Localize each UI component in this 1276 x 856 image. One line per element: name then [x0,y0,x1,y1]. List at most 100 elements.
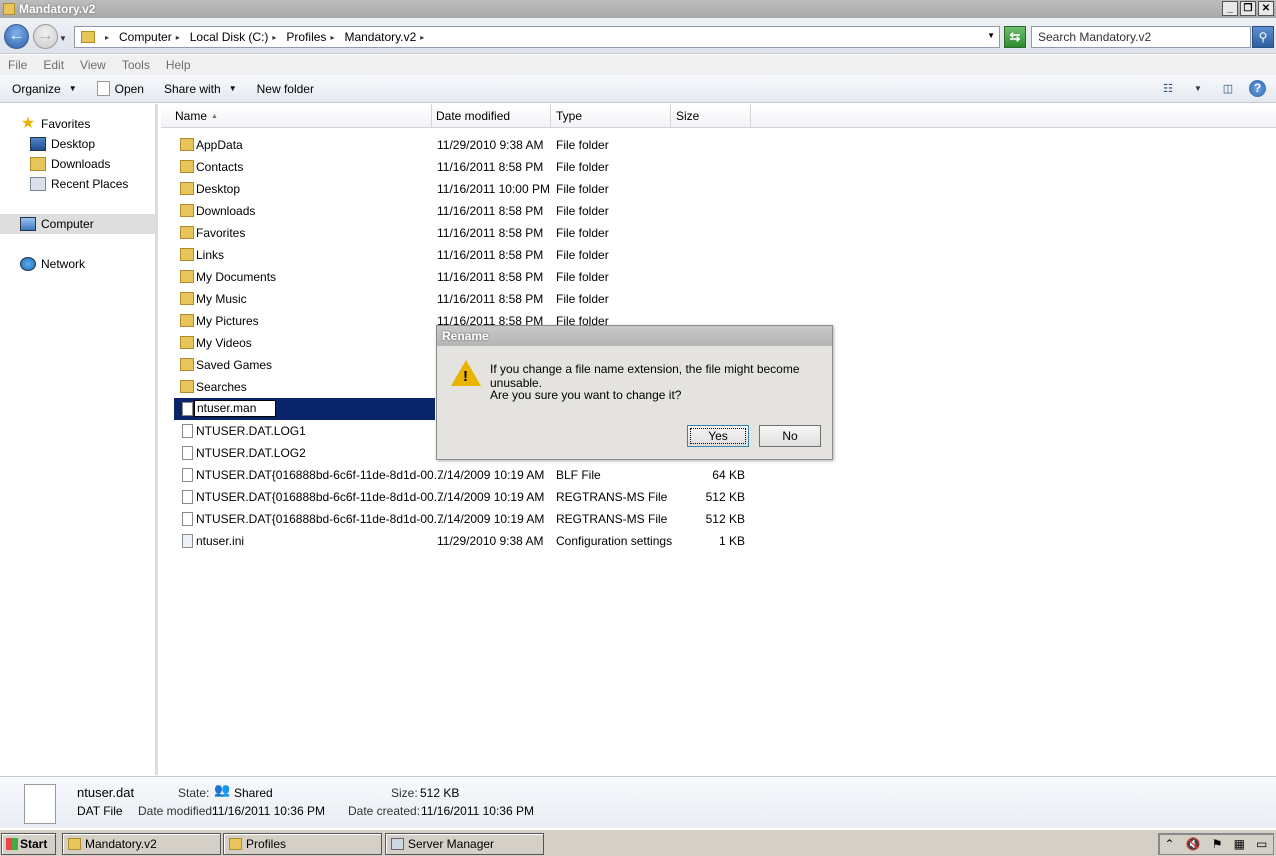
search-input[interactable]: Search Mandatory.v2 [1031,26,1251,48]
dialog-message-2: Are you sure you want to change it? [490,388,682,402]
breadcrumb-computer[interactable]: Computer [119,30,172,44]
action-center-flag-icon[interactable]: ⚑ [1212,837,1223,851]
organize-button[interactable]: Organize ▼ [12,82,77,96]
network-status-icon[interactable]: ▦ [1234,837,1245,851]
share-with-button[interactable]: Share with ▼ [164,82,237,96]
file-type: REGTRANS-MS File [556,512,668,526]
details-size-label: Size: [391,786,418,800]
forward-button[interactable]: → [33,24,58,49]
column-header-size[interactable]: Size [671,104,751,128]
taskbar-item-mandatory[interactable]: Mandatory.v2 [62,833,221,855]
file-row[interactable]: NTUSER.DAT{016888bd-6c6f-11de-8d1d-00...… [174,464,774,486]
desktop-icon [30,137,46,151]
folder-row[interactable]: AppData 11/29/2010 9:38 AM File folder [174,134,774,156]
nav-desktop[interactable]: Desktop [30,135,95,153]
menu-help[interactable]: Help [166,58,191,72]
details-state-label: State: [178,786,210,800]
details-created-value: 11/16/2011 10:36 PM [421,804,534,818]
refresh-button[interactable]: ⇆ [1004,26,1026,48]
file-type: BLF File [556,468,601,482]
volume-muted-icon[interactable]: 🔇 [1186,837,1201,851]
display-icon[interactable]: ▭ [1256,837,1267,851]
history-dropdown-icon[interactable]: ▼ [59,34,67,43]
file-name: Searches [196,380,247,394]
details-pane: ntuser.dat DAT File State: 👥 Shared Size… [0,776,1276,828]
nav-downloads-label: Downloads [51,157,111,171]
folder-icon [180,336,194,349]
nav-recent-places[interactable]: Recent Places [30,175,128,193]
organize-label: Organize [12,81,61,96]
address-dropdown-icon[interactable]: ▼ [987,31,995,40]
chevron-right-icon[interactable]: ▸ [420,33,424,42]
close-button[interactable]: ✕ [1258,1,1274,16]
nav-downloads[interactable]: Downloads [30,155,110,173]
search-icon[interactable]: ⚲ [1252,26,1274,48]
chevron-right-icon[interactable]: ▸ [105,33,109,42]
folder-row[interactable]: Desktop 11/16/2011 10:00 PM File folder [174,178,774,200]
computer-icon [20,217,36,231]
windows-logo-icon [6,838,18,850]
column-header-type[interactable]: Type [551,104,671,128]
nav-network[interactable]: Network [20,255,85,273]
folder-icon [180,358,194,371]
column-header-date[interactable]: Date modified [432,104,551,128]
file-type: Configuration settings [556,534,673,548]
minimize-button[interactable]: _ [1222,1,1238,16]
folder-row[interactable]: Links 11/16/2011 8:58 PM File folder [174,244,774,266]
nav-computer[interactable]: Computer [20,215,94,233]
menu-view[interactable]: View [80,58,106,72]
details-filename: ntuser.dat [77,785,135,800]
file-row[interactable]: ntuser.ini 11/29/2010 9:38 AM Configuratio… [174,530,774,552]
menu-file[interactable]: File [8,58,27,72]
file-date-modified: 11/16/2011 8:58 PM [437,248,544,262]
folder-icon [180,314,194,327]
breadcrumb-local-disk[interactable]: Local Disk (C:) [190,30,269,44]
breadcrumb-mandatory[interactable]: Mandatory.v2 [344,30,416,44]
folder-row[interactable]: Contacts 11/16/2011 8:58 PM File folder [174,156,774,178]
new-folder-button[interactable]: New folder [257,82,314,96]
help-icon[interactable]: ? [1249,80,1266,97]
file-date-modified: 11/16/2011 8:58 PM [437,160,544,174]
start-label: Start [20,837,48,851]
chevron-right-icon[interactable]: ▸ [330,33,334,42]
folder-row[interactable]: My Documents 11/16/2011 8:58 PM File folde… [174,266,774,288]
share-with-label: Share with [163,81,221,96]
back-button[interactable]: ← [4,24,29,49]
show-hidden-icons-icon[interactable]: ⌃ [1165,837,1175,851]
file-icon [182,402,193,416]
taskbar-label: Profiles [246,837,287,851]
folder-row[interactable]: Favorites 11/16/2011 8:58 PM File folder [174,222,774,244]
start-button[interactable]: Start [1,833,56,855]
folder-icon [180,204,194,217]
file-date-modified: 7/14/2009 10:19 AM [437,490,545,504]
file-name: NTUSER.DAT{016888bd-6c6f-11de-8d1d-00... [196,512,444,526]
recent-places-icon [30,177,46,191]
restore-button[interactable]: ❐ [1240,1,1256,16]
menu-tools[interactable]: Tools [122,58,150,72]
taskbar-label: Server Manager [408,837,495,851]
folder-row[interactable]: Downloads 11/16/2011 8:58 PM File folder [174,200,774,222]
yes-button[interactable]: Yes [687,425,749,447]
menu-edit[interactable]: Edit [43,58,64,72]
file-row[interactable]: ntuser.man [174,398,435,420]
column-header-name[interactable]: Name ▲ [161,104,432,128]
address-bar[interactable]: ▸ Computer ▸ Local Disk (C:) ▸ Profiles ▸ M… [74,26,1000,48]
no-button[interactable]: No [759,425,821,447]
taskbar-item-profiles[interactable]: Profiles [223,833,382,855]
folder-row[interactable]: My Music 11/16/2011 8:58 PM File folder [174,288,774,310]
chevron-right-icon[interactable]: ▸ [176,33,180,42]
nav-network-label: Network [41,257,86,271]
rename-input[interactable]: ntuser.man [194,400,276,417]
sort-ascending-icon: ▲ [211,113,218,120]
preview-pane-icon[interactable]: ◫ [1219,81,1237,97]
chevron-right-icon[interactable]: ▸ [272,33,276,42]
breadcrumb-profiles[interactable]: Profiles [286,30,326,44]
taskbar-item-server-manager[interactable]: Server Manager [385,833,544,855]
file-row[interactable]: NTUSER.DAT{016888bd-6c6f-11de-8d1d-00...… [174,486,774,508]
open-button[interactable]: Open [96,81,144,96]
nav-favorites[interactable]: ★ Favorites [20,115,91,133]
view-options-icon[interactable]: ☷ [1159,81,1177,97]
file-row[interactable]: NTUSER.DAT{016888bd-6c6f-11de-8d1d-00...… [174,508,774,530]
file-type: File folder [556,160,609,174]
chevron-down-icon[interactable]: ▼ [1189,81,1207,97]
